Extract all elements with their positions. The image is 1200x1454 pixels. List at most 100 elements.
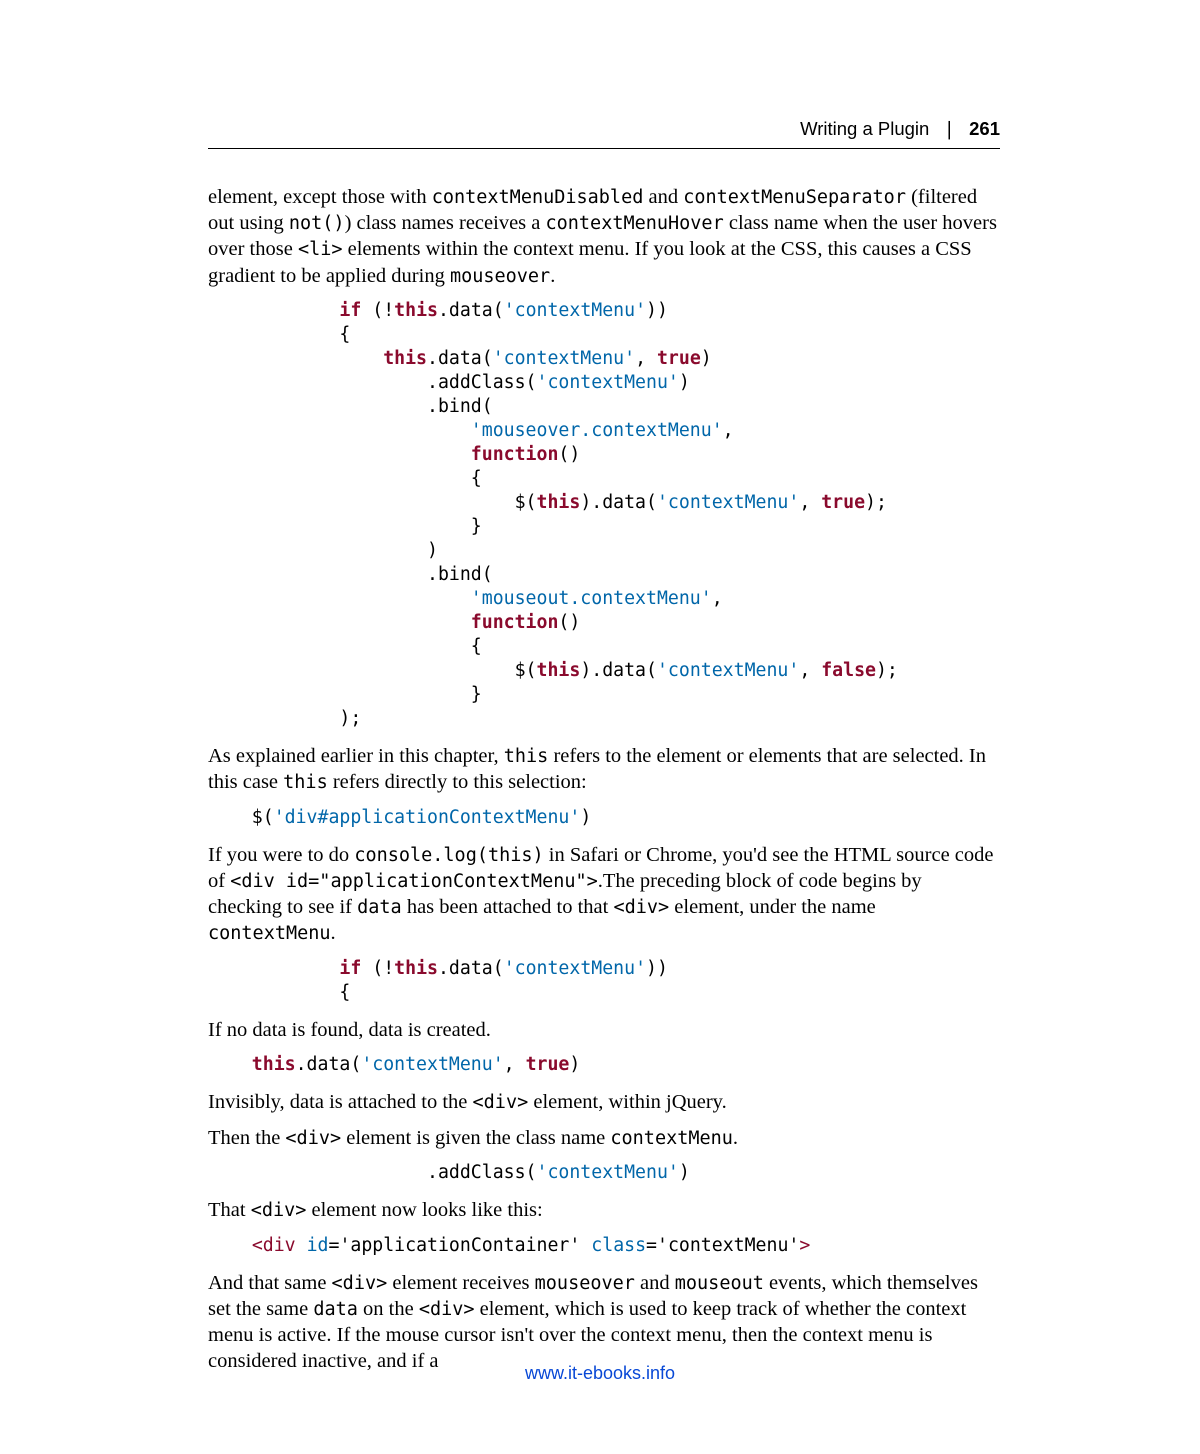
code-line: div xyxy=(263,1235,296,1256)
body-paragraph: element, except those with contextMenuDi… xyxy=(208,184,1000,289)
code-line: { xyxy=(208,468,482,489)
text: . xyxy=(550,265,555,287)
code-block: $('div#applicationContextMenu') xyxy=(208,806,1000,830)
code-line: false xyxy=(821,660,876,681)
code-line: 'div#applicationContextMenu' xyxy=(274,807,581,828)
code-line: .data( xyxy=(427,348,493,369)
header-separator: ❘ xyxy=(941,118,957,139)
inline-code: not() xyxy=(289,213,345,234)
code-line: 'applicationContainer' xyxy=(339,1235,580,1256)
code-line: this xyxy=(537,492,581,513)
code-line: = xyxy=(328,1235,339,1256)
code-line: 'contextMenu' xyxy=(493,348,635,369)
code-line: this xyxy=(208,1054,296,1075)
inline-code: mouseout xyxy=(675,1273,764,1294)
code-line: (! xyxy=(361,300,394,321)
code-line: $( xyxy=(208,660,537,681)
code-line: , xyxy=(799,492,821,513)
code-line xyxy=(296,1235,307,1256)
inline-code: <div> xyxy=(473,1092,529,1113)
text: on the xyxy=(358,1298,419,1320)
code-line: true xyxy=(526,1054,570,1075)
code-line: ) xyxy=(569,1054,580,1075)
code-line: 'contextMenu' xyxy=(657,492,799,513)
code-line: )) xyxy=(646,958,668,979)
inline-code: mouseover xyxy=(535,1273,635,1294)
code-line: function xyxy=(471,444,559,465)
text: Then the xyxy=(208,1127,285,1149)
code-line: { xyxy=(208,636,482,657)
inline-code: <div> xyxy=(251,1200,307,1221)
code-line: ).data( xyxy=(580,660,657,681)
inline-code: <div> xyxy=(419,1299,475,1320)
code-line: .addClass( xyxy=(208,372,537,393)
code-line: 'contextMenu' xyxy=(537,1162,679,1183)
text: refers directly to this selection: xyxy=(328,771,587,793)
text: . xyxy=(733,1127,738,1149)
code-line: 'mouseout.contextMenu' xyxy=(471,588,712,609)
running-header: Writing a Plugin ❘ 261 xyxy=(208,118,1000,149)
inline-code: console.log(this) xyxy=(354,845,543,866)
code-line: true xyxy=(821,492,865,513)
text: If you were to do xyxy=(208,844,354,866)
code-line: , xyxy=(723,420,734,441)
code-line: } xyxy=(208,516,482,537)
code-line: this xyxy=(394,958,438,979)
code-line: class xyxy=(591,1235,646,1256)
page: Writing a Plugin ❘ 261 element, except t… xyxy=(0,0,1200,1454)
code-line: 'contextMenu' xyxy=(504,300,646,321)
body-paragraph: That <div> element now looks like this: xyxy=(208,1197,1000,1223)
code-block: <div id='applicationContainer' class='co… xyxy=(208,1234,1000,1258)
code-line: ); xyxy=(876,660,898,681)
inline-code: <li> xyxy=(298,239,343,260)
inline-code: this xyxy=(504,746,549,767)
code-line: this xyxy=(208,348,427,369)
code-line: { xyxy=(208,324,350,345)
code-line: ).data( xyxy=(580,492,657,513)
text: element now looks like this: xyxy=(306,1199,542,1221)
inline-code: this xyxy=(283,772,328,793)
code-line: , xyxy=(504,1054,526,1075)
code-line xyxy=(208,612,471,633)
code-line xyxy=(208,420,471,441)
text: As explained earlier in this chapter, xyxy=(208,745,504,767)
text: ) class names receives a xyxy=(345,212,546,234)
code-line: 'mouseover.contextMenu' xyxy=(471,420,723,441)
footer-url-link[interactable]: www.it-ebooks.info xyxy=(525,1363,675,1383)
code-line: , xyxy=(712,588,723,609)
code-line: () xyxy=(558,612,580,633)
inline-code: <div> xyxy=(613,897,669,918)
code-block: if (!this.data('contextMenu')) { xyxy=(208,957,1000,1005)
text: Invisibly, data is attached to the xyxy=(208,1091,473,1113)
code-line: ); xyxy=(865,492,887,513)
code-line: , xyxy=(635,348,657,369)
code-line: } xyxy=(208,684,482,705)
text: . xyxy=(331,922,336,944)
code-line: ) xyxy=(679,1162,690,1183)
text: element receives xyxy=(387,1272,534,1294)
code-line: function xyxy=(471,612,559,633)
code-line: .bind( xyxy=(208,564,493,585)
text: That xyxy=(208,1199,251,1221)
section-title: Writing a Plugin xyxy=(800,118,929,139)
code-line: ) xyxy=(208,540,438,561)
code-line: < xyxy=(252,1235,263,1256)
code-line: ) xyxy=(679,372,690,393)
code-block: if (!this.data('contextMenu')) { this.da… xyxy=(208,299,1000,731)
footer-link: www.it-ebooks.info xyxy=(0,1363,1200,1384)
inline-code: <div id="applicationContextMenu"> xyxy=(230,871,598,892)
code-line: { xyxy=(208,982,350,1003)
text: element, within jQuery. xyxy=(528,1091,727,1113)
main-content: element, except those with contextMenuDi… xyxy=(208,184,1000,1375)
code-line xyxy=(208,1235,252,1256)
code-line: , xyxy=(799,660,821,681)
inline-code: data xyxy=(313,1299,358,1320)
code-line: .bind( xyxy=(208,396,493,417)
code-line: true xyxy=(657,348,701,369)
inline-code: contextMenuHover xyxy=(546,213,724,234)
code-line: $( xyxy=(208,807,274,828)
text: has been attached to that xyxy=(402,896,614,918)
code-line: ); xyxy=(208,708,361,729)
code-line: .data( xyxy=(296,1054,362,1075)
inline-code: contextMenuSeparator xyxy=(683,187,906,208)
